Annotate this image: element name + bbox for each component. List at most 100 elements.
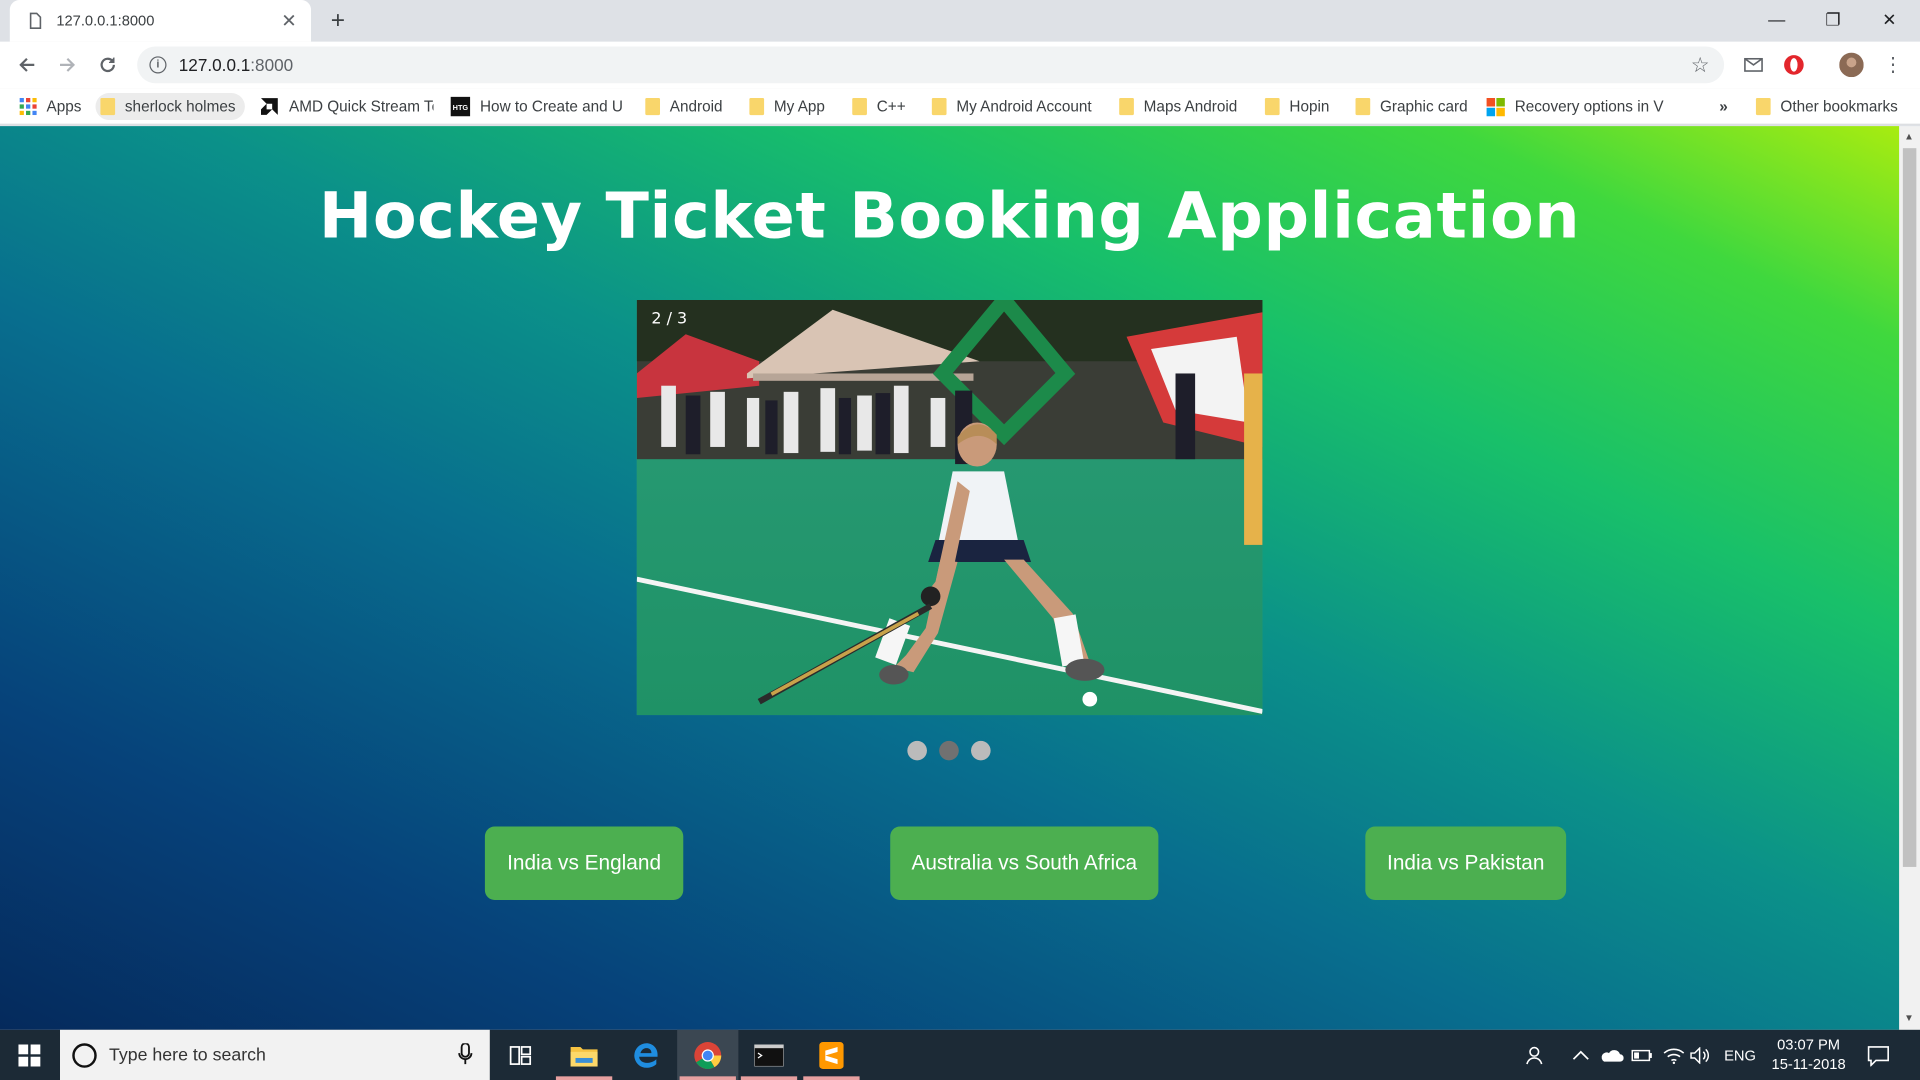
- folder-icon: [1119, 97, 1134, 116]
- file-explorer-icon: [570, 1046, 598, 1066]
- slide-counter: 2 / 3: [651, 309, 688, 329]
- scroll-up-icon[interactable]: ▲: [1904, 131, 1914, 142]
- forward-button[interactable]: [50, 48, 84, 82]
- screen: 127.0.0.1:8000 ✕ + — ❐ ✕ i 127.0.0.1:800…: [0, 0, 1920, 1080]
- bookmark-label: Graphic card: [1380, 97, 1468, 116]
- browser-tab[interactable]: 127.0.0.1:8000 ✕: [9, 0, 312, 42]
- chrome-icon: [694, 1041, 722, 1069]
- reload-button[interactable]: [91, 48, 125, 82]
- wifi-icon[interactable]: [1663, 1030, 1685, 1080]
- bookmark-label: Recovery options in V: [1514, 97, 1664, 116]
- volume-icon[interactable]: [1690, 1030, 1712, 1080]
- folder-icon: [1355, 97, 1371, 116]
- bookmark-maps-android[interactable]: Maps Android: [1114, 93, 1242, 120]
- battery-icon[interactable]: [1631, 1030, 1653, 1080]
- other-bookmarks[interactable]: Other bookmarks: [1751, 93, 1903, 120]
- mail-extension-icon[interactable]: [1740, 51, 1767, 78]
- forward-arrow-icon: [60, 57, 76, 72]
- scroll-down-icon[interactable]: ▼: [1904, 1013, 1914, 1024]
- match-button-india-vs-pakistan[interactable]: India vs Pakistan: [1365, 826, 1567, 901]
- menu-kebab-icon[interactable]: ⋮: [1880, 51, 1907, 78]
- windows-start-icon: [18, 1043, 41, 1066]
- apps-grid-icon: [19, 97, 37, 116]
- page-scrollbar[interactable]: ▲ ▼: [1899, 126, 1920, 1030]
- slide-dot-3[interactable]: [971, 740, 991, 761]
- folder-icon: [100, 97, 116, 116]
- bookmark-android[interactable]: Android: [640, 93, 727, 120]
- slide-dot-1[interactable]: [907, 740, 927, 761]
- hockey-player-photo: [636, 300, 1263, 716]
- bookmark-amd-quick-stream[interactable]: AMD Quick Stream Te: [255, 93, 434, 120]
- bookmark-hopin[interactable]: Hopin: [1260, 93, 1334, 120]
- bookmarks-overflow-button[interactable]: »: [1714, 93, 1732, 120]
- page-content: Hockey Ticket Booking Application 2 / 3 …: [0, 126, 1900, 1030]
- microphone-icon[interactable]: [458, 1043, 473, 1065]
- svg-text:HTG: HTG: [453, 103, 469, 112]
- bookmark-my-android-account[interactable]: My Android Account: [927, 93, 1097, 120]
- people-icon[interactable]: [1526, 1030, 1548, 1080]
- bookmark-my-app[interactable]: My App: [744, 93, 829, 120]
- search-placeholder: Type here to search: [108, 1045, 266, 1065]
- clock-time: 03:07 PM: [1777, 1035, 1841, 1054]
- reload-icon: [100, 57, 115, 73]
- bookmark-apps[interactable]: Apps: [15, 93, 87, 120]
- bookmark-sherlock-holmes[interactable]: sherlock holmes: [95, 93, 245, 121]
- bookmark-label: Maps Android: [1143, 97, 1238, 116]
- back-button[interactable]: [10, 48, 44, 82]
- folder-icon: [749, 97, 765, 116]
- bookmark-cpp[interactable]: C++: [847, 93, 910, 120]
- match-button-india-vs-england[interactable]: India vs England: [484, 826, 684, 901]
- bookmark-label: AMD Quick Stream Te: [288, 97, 434, 116]
- sublime-text-button[interactable]: [801, 1030, 862, 1080]
- file-explorer-button[interactable]: [553, 1030, 614, 1080]
- bookmark-graphic-card[interactable]: Graphic card: [1351, 93, 1473, 120]
- profile-avatar[interactable]: [1838, 51, 1865, 78]
- htg-icon: HTG: [450, 96, 471, 117]
- action-center-icon[interactable]: [1866, 1030, 1890, 1080]
- folder-icon: [852, 97, 867, 116]
- new-tab-button[interactable]: +: [323, 6, 352, 35]
- slideshow-dots: [907, 740, 991, 761]
- bookmark-label: Hopin: [1289, 97, 1330, 116]
- tab-strip: 127.0.0.1:8000 ✕ + — ❐ ✕: [0, 0, 1920, 42]
- amd-icon: [260, 98, 278, 115]
- scrollbar-thumb[interactable]: [1902, 148, 1917, 867]
- bookmark-label: Apps: [46, 97, 82, 116]
- match-button-australia-vs-south-africa[interactable]: Australia vs South Africa: [890, 826, 1159, 901]
- edge-icon: [634, 1042, 658, 1068]
- bookmark-label: My Android Account: [956, 97, 1092, 116]
- info-icon[interactable]: i: [149, 56, 167, 74]
- restore-button[interactable]: ❐: [1805, 0, 1861, 39]
- cortana-icon: [72, 1042, 97, 1068]
- taskbar-search-box[interactable]: Type here to search: [60, 1029, 490, 1080]
- opera-extension-icon[interactable]: [1780, 51, 1807, 78]
- back-arrow-icon: [19, 57, 35, 72]
- url-host: 127.0.0.1: [178, 55, 251, 75]
- slideshow-image: 2 / 3: [636, 300, 1263, 716]
- terminal-button[interactable]: [738, 1030, 799, 1080]
- folder-icon: [1264, 97, 1280, 116]
- close-tab-icon[interactable]: ✕: [279, 10, 299, 32]
- bookmark-star-icon[interactable]: ☆: [1691, 54, 1710, 78]
- slide-dot-2[interactable]: [939, 740, 959, 761]
- close-window-button[interactable]: ✕: [1861, 0, 1917, 39]
- address-bar[interactable]: i 127.0.0.1:8000 ☆: [137, 46, 1725, 84]
- taskbar-clock[interactable]: 03:07 PM 15-11-2018: [1761, 1035, 1857, 1074]
- show-hidden-icons-chevron-icon[interactable]: [1572, 1030, 1589, 1080]
- task-view-button[interactable]: [490, 1030, 551, 1080]
- folder-icon: [645, 97, 661, 116]
- edge-button[interactable]: [616, 1030, 677, 1080]
- start-button[interactable]: [0, 1030, 59, 1080]
- windows-taskbar: Type here to search ENG 03:07 PM 15-11-2…: [0, 1029, 1920, 1080]
- language-indicator[interactable]: ENG: [1724, 1030, 1756, 1080]
- onedrive-cloud-icon[interactable]: [1599, 1030, 1624, 1080]
- terminal-icon: [754, 1043, 784, 1066]
- bookmark-label: C++: [876, 97, 906, 116]
- bookmark-label: My App: [773, 97, 825, 116]
- bookmark-recovery-options[interactable]: Recovery options in V: [1482, 93, 1666, 120]
- bookmark-label: How to Create and U: [480, 97, 623, 116]
- bookmark-how-to-create[interactable]: HTG How to Create and U: [446, 93, 625, 120]
- chrome-button[interactable]: [677, 1029, 739, 1080]
- minimize-button[interactable]: —: [1749, 0, 1805, 39]
- browser-toolbar: i 127.0.0.1:8000 ☆ ⋮: [0, 41, 1920, 89]
